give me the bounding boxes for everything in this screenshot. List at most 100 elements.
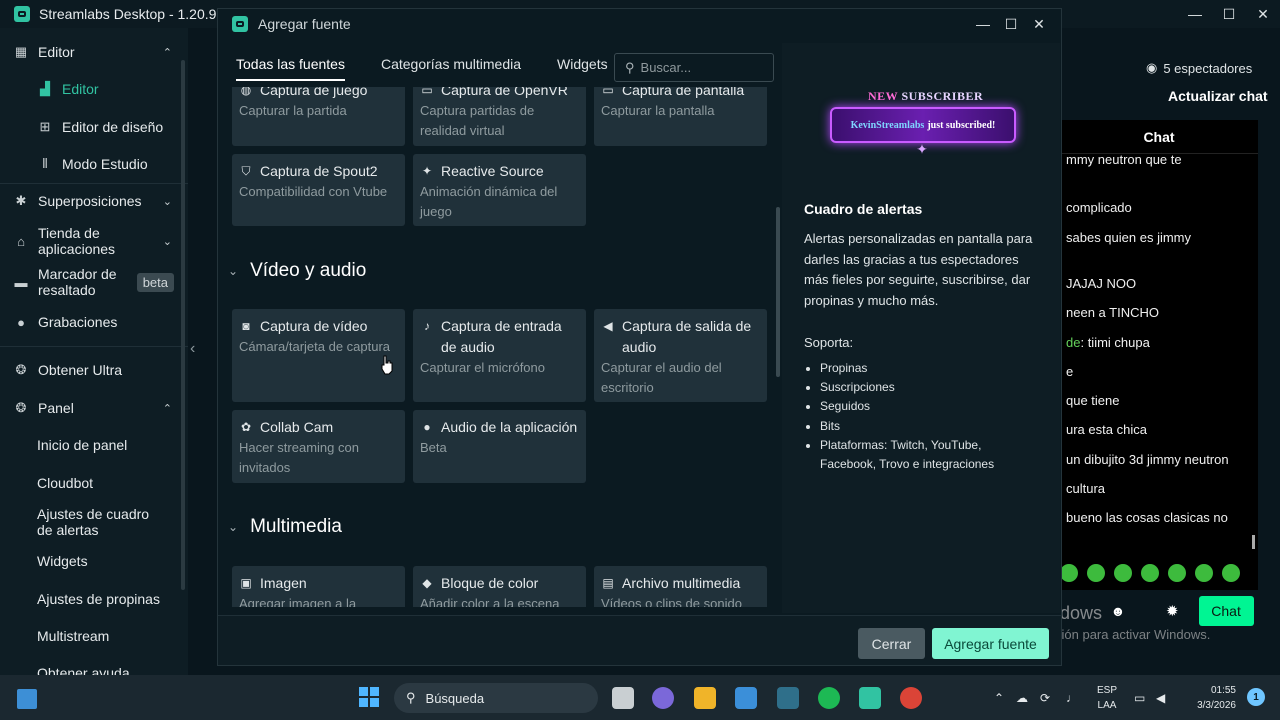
refresh-chat-button[interactable]: Actualizar chat	[1168, 88, 1268, 104]
source-card-game-capture[interactable]: ◍ Captura de juego Capturar la partida	[232, 87, 405, 146]
source-preview-panel: NEW SUBSCRIBER KevinStreamlabs just subsc…	[782, 43, 1060, 613]
taskbar-search[interactable]: ⚲ Búsqueda	[394, 683, 598, 713]
notification-badge[interactable]: 1	[1247, 688, 1265, 706]
sidebar-item-label: Ajustes de propinas	[37, 591, 160, 607]
source-card-color-block[interactable]: ◆ Bloque de color Añadir color a la escen…	[413, 566, 586, 607]
sidebar-item-app-store[interactable]: ⌂ Tienda de aplicaciones ⌄	[0, 224, 188, 258]
chat-message: ura esta chica	[1066, 422, 1147, 437]
microphone-icon: ♪	[424, 319, 430, 333]
sidebar-item-layout-editor[interactable]: ⊞ Editor de diseño	[0, 116, 188, 138]
sidebar-item-highlighter[interactable]: ▬ Marcador de resaltado beta	[0, 265, 188, 299]
section-video-audio[interactable]: ⌄ Vídeo y audio	[228, 260, 366, 282]
source-card-spout2-capture[interactable]: ⛉ Captura de Spout2 Compatibilidad con Vt…	[232, 154, 405, 226]
close-button[interactable]: ✕	[1246, 0, 1280, 28]
dialog-close-button[interactable]: ✕	[1025, 9, 1053, 39]
sidebar-item-label: Modo Estudio	[62, 156, 148, 172]
language-indicator[interactable]: ESP LAA	[1094, 683, 1120, 713]
source-card-image[interactable]: ▣ Imagen Agregar imagen a la	[232, 566, 405, 607]
source-card-media-file[interactable]: ▤ Archivo multimedia Vídeos o clips de so…	[594, 566, 767, 607]
preview-description: Alertas personalizadas en pantalla para …	[804, 231, 1033, 308]
app-store-icon: ⌂	[17, 233, 25, 249]
taskview-icon[interactable]	[612, 687, 634, 709]
emoji-icon[interactable]: ☻	[1110, 603, 1126, 619]
monitor-icon[interactable]: ▭	[1134, 675, 1145, 720]
chat-input-row: ☻ ✹ Chat	[1110, 596, 1254, 626]
widgets-icon[interactable]	[17, 689, 37, 709]
chevron-up-icon[interactable]: ⌃	[994, 675, 1004, 720]
chat-send-button[interactable]: Chat	[1198, 596, 1254, 626]
monitor-icon: ▭	[602, 87, 614, 97]
chat-scrollbar[interactable]	[1252, 535, 1255, 549]
supports-item: Suscripciones	[820, 378, 1030, 397]
chevron-down-icon: ⌄	[162, 195, 172, 208]
sidebar-item-get-ultra[interactable]: ❂ Obtener Ultra	[0, 359, 188, 381]
dialog-title: Agregar fuente	[258, 16, 351, 32]
sidebar-scrollbar[interactable]	[181, 60, 185, 590]
sidebar-item-multistream[interactable]: Multistream	[0, 625, 188, 647]
sparkle-icon: ✦	[421, 164, 433, 178]
section-multimedia[interactable]: ⌄ Multimedia	[228, 516, 342, 538]
add-source-dialog: Agregar fuente — ☐ ✕ Todas las fuentes C…	[217, 8, 1062, 666]
source-card-app-audio[interactable]: ● Audio de la aplicación Beta	[413, 410, 586, 483]
sidebar-item-get-help[interactable]: Obtener ayuda	[0, 662, 188, 675]
add-source-button[interactable]: Agregar fuente	[932, 628, 1049, 659]
source-card-audio-output[interactable]: ◀ Captura de salida de audio Capturar el …	[594, 309, 767, 402]
dialog-window-controls: — ☐ ✕	[969, 9, 1053, 39]
chrome-icon[interactable]	[900, 687, 922, 709]
tab-widgets[interactable]: Widgets	[539, 43, 626, 85]
sidebar-item-cloudbot[interactable]: Cloudbot	[0, 472, 188, 494]
source-card-desc: Agregar imagen a la	[239, 596, 357, 607]
source-card-openvr-capture[interactable]: ▭ Captura de OpenVR Captura partidas de r…	[413, 87, 586, 146]
search-box[interactable]: ⚲	[614, 53, 774, 82]
sidebar-item-label: Multistream	[37, 628, 110, 644]
gear-icon[interactable]: ✹	[1166, 602, 1179, 620]
sidebar-item-alertbox-settings[interactable]: Ajustes de cuadro de alertas	[0, 505, 188, 539]
sidebar-item-studio-mode[interactable]: ⫴ Modo Estudio	[0, 153, 188, 175]
source-card-title: Archivo multimedia	[622, 575, 741, 591]
source-card-title: Captura de OpenVR	[441, 87, 568, 98]
beta-badge: beta	[136, 272, 174, 292]
cloud-icon[interactable]: ☁	[1016, 675, 1028, 720]
minimize-button[interactable]: —	[1178, 0, 1212, 28]
streamlabs-taskbar-icon[interactable]	[859, 687, 881, 709]
source-card-collab-cam[interactable]: ✿ Collab Cam Hacer streaming con invitado…	[232, 410, 405, 483]
sidebar-item-widgets[interactable]: Widgets	[0, 550, 188, 572]
sync-icon[interactable]: ⟳	[1040, 675, 1050, 720]
source-card-screen-capture[interactable]: ▭ Captura de pantalla Capturar la pantall…	[594, 87, 767, 146]
tab-media-categories[interactable]: Categorías multimedia	[363, 43, 539, 85]
sidebar-item-tip-settings[interactable]: Ajustes de propinas	[0, 588, 188, 610]
close-dialog-button[interactable]: Cerrar	[858, 628, 925, 659]
spotify-icon[interactable]	[818, 687, 840, 709]
sidebar-item-dashboard-home[interactable]: Inicio de panel	[0, 434, 188, 456]
file-explorer-icon[interactable]	[694, 687, 716, 709]
source-card-reactive-source[interactable]: ✦ Reactive Source Animación dinámica del …	[413, 154, 586, 226]
sidebar-item-recordings[interactable]: ● Grabaciones	[0, 311, 188, 333]
tab-all-sources[interactable]: Todas las fuentes	[218, 43, 363, 85]
maximize-button[interactable]: ☐	[1212, 0, 1246, 28]
store-icon[interactable]	[735, 687, 757, 709]
date: 3/3/2026	[1197, 700, 1236, 711]
clock[interactable]: 01:55 3/3/2026	[1186, 683, 1236, 713]
dialog-maximize-button[interactable]: ☐	[997, 9, 1025, 39]
app-icon[interactable]	[777, 687, 799, 709]
sidebar-item-overlays[interactable]: ✱ Superposiciones ⌄	[0, 190, 188, 212]
sidebar-item-editor-sub[interactable]: ▟ Editor	[0, 78, 188, 100]
speaker-icon[interactable]: ◀	[1156, 675, 1165, 720]
source-card-audio-input[interactable]: ♪ Captura de entrada de audio Capturar el…	[413, 309, 586, 402]
sidebar-item-dashboard[interactable]: ❂ Panel ⌃	[0, 397, 188, 419]
source-card-desc: Cámara/tarjeta de captura	[239, 339, 391, 354]
source-list-scrollbar[interactable]	[776, 207, 780, 377]
supports-label: Soporta:	[804, 335, 854, 350]
collapse-sidebar-icon[interactable]: ‹	[190, 340, 195, 358]
keyboard-layout: LAA	[1097, 700, 1117, 711]
chevron-up-icon: ⌃	[162, 402, 172, 415]
search-input[interactable]	[640, 60, 761, 75]
microphone-icon[interactable]: ♩	[1066, 675, 1078, 720]
dialog-minimize-button[interactable]: —	[969, 9, 997, 39]
source-card-title: Bloque de color	[441, 575, 539, 591]
emote-icon	[1114, 564, 1132, 582]
emote-icon	[1087, 564, 1105, 582]
sidebar-item-editor[interactable]: ▦ Editor ⌃	[0, 41, 188, 63]
copilot-icon[interactable]	[652, 687, 674, 709]
windows-start-icon[interactable]	[359, 687, 379, 707]
